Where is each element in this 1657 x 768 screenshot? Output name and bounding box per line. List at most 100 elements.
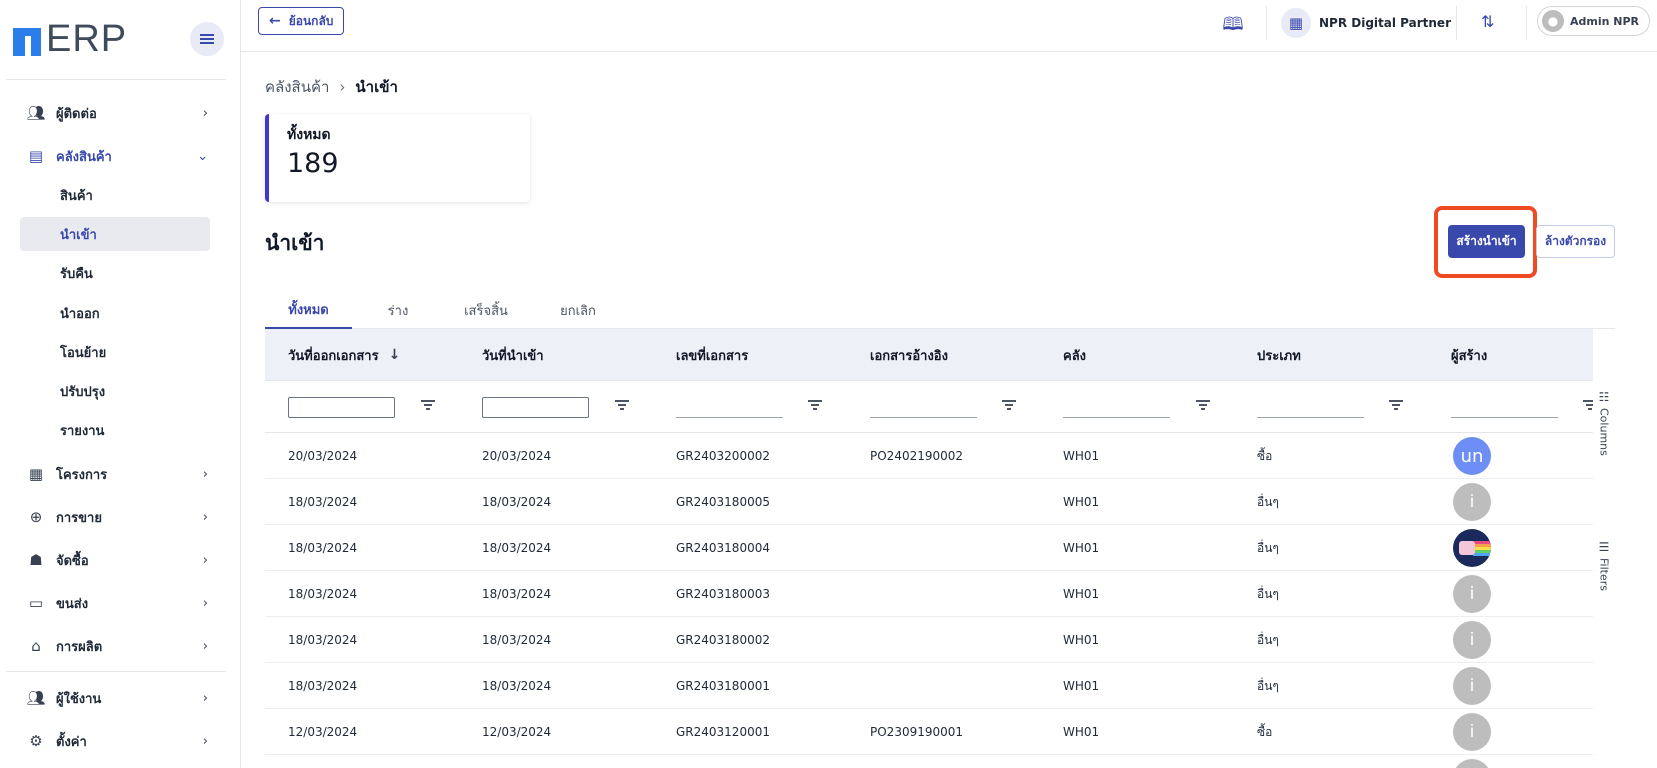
column-header-warehouse[interactable]: คลัง — [1063, 329, 1086, 381]
cell-warehouse: WH01 — [1063, 495, 1100, 509]
filters-panel-toggle[interactable]: ☰ Filters — [1593, 540, 1615, 591]
tab-all[interactable]: ทั้งหมด — [265, 292, 352, 329]
sidebar-subitem-transfer[interactable]: โอนย้าย — [20, 335, 210, 369]
filter-icon[interactable] — [615, 398, 629, 412]
status-tabs: ทั้งหมด ร่าง เสร็จสิ้น ยกเลิก — [265, 292, 1615, 329]
clear-filters-button[interactable]: ล้างตัวกรอง — [1536, 225, 1615, 258]
sidebar-subitem-report[interactable]: รายงาน — [20, 413, 210, 447]
reference-filter-input[interactable] — [870, 417, 977, 418]
column-header-import-date[interactable]: วันที่นำเข้า — [482, 329, 544, 381]
filter-icon[interactable] — [421, 398, 435, 412]
table-row[interactable]: 18/03/2024 18/03/2024 GR2403180005 WH01 … — [265, 479, 1593, 525]
topbar-divider — [1526, 6, 1527, 40]
table-row[interactable] — [265, 755, 1593, 768]
sidebar-subitem-adjust[interactable]: ปรับปรุง — [20, 374, 210, 408]
back-button[interactable]: ← ย้อนกลับ — [258, 7, 345, 35]
swap-vertical-icon[interactable]: ⇅ — [1481, 12, 1494, 31]
topbar-divider — [1456, 6, 1457, 40]
sidebar-item-purchasing[interactable]: ☗ จัดซื้อ › — [20, 543, 210, 577]
columns-label: Columns — [1597, 408, 1611, 456]
filter-icon[interactable] — [808, 398, 822, 412]
building-icon: ▦ — [1281, 8, 1311, 38]
archive-icon: ▤ — [28, 147, 44, 165]
column-header-issue-date[interactable]: วันที่ออกเอกสาร ↓ — [288, 329, 400, 381]
type-filter-input[interactable] — [1257, 417, 1364, 418]
sidebar-item-label: การขาย — [56, 510, 102, 526]
arrow-left-icon: ← — [269, 13, 281, 29]
column-header-reference[interactable]: เอกสารอ้างอิง — [870, 329, 948, 381]
filter-icon[interactable] — [1002, 398, 1016, 412]
cell-import-date: 18/03/2024 — [482, 541, 552, 555]
issue-date-filter-input[interactable] — [288, 397, 395, 418]
menu-toggle-button[interactable] — [190, 22, 224, 56]
breadcrumb-current: นำเข้า — [355, 78, 398, 96]
chevron-right-icon: › — [202, 466, 208, 482]
column-header-creator[interactable]: ผู้สร้าง — [1451, 329, 1487, 381]
tab-completed[interactable]: เสร็จสิ้น — [445, 292, 527, 329]
app-logo[interactable]: ERP — [13, 18, 127, 61]
factory-icon: ⌂ — [31, 637, 41, 655]
warehouse-filter-input[interactable] — [1063, 417, 1170, 418]
tab-draft[interactable]: ร่าง — [367, 292, 429, 329]
page-title: นำเข้า — [265, 231, 325, 255]
sidebar-item-production[interactable]: ⌂ การผลิต › — [20, 629, 210, 663]
chevron-right-icon: › — [202, 690, 208, 706]
logo-mark-icon — [13, 24, 43, 56]
sidebar-item-warehouse[interactable]: ▤ คลังสินค้า ⌄ — [20, 139, 210, 173]
sidebar-subitem-export[interactable]: นำออก — [20, 296, 210, 330]
chevron-right-icon: › — [202, 105, 208, 121]
cart-icon: ☗ — [29, 551, 43, 569]
table-row[interactable]: 18/03/2024 18/03/2024 GR2403180002 WH01 … — [265, 617, 1593, 663]
sidebar-divider — [6, 671, 226, 672]
sidebar-item-label: โครงการ — [56, 467, 108, 483]
creator-avatar: i — [1453, 483, 1491, 521]
user-menu-button[interactable]: ● Admin NPR — [1537, 6, 1651, 36]
cell-type: ซื้อ — [1257, 448, 1273, 463]
doc-no-filter-input[interactable] — [676, 417, 783, 418]
user-name: Admin NPR — [1570, 14, 1640, 28]
sidebar-item-sales[interactable]: ⊕ การขาย › — [20, 500, 210, 534]
creator-avatar — [1453, 759, 1491, 768]
cell-type: อื่นๆ — [1257, 540, 1279, 555]
company-switcher[interactable]: ▦ NPR Digital Partner — [1281, 8, 1451, 38]
column-header-type[interactable]: ประเภท — [1257, 329, 1301, 381]
sidebar-item-shipping[interactable]: ▭ ขนส่ง › — [20, 586, 210, 620]
filter-icon[interactable] — [1196, 398, 1210, 412]
columns-panel-toggle[interactable]: ☷ Columns — [1593, 390, 1615, 456]
sidebar-item-projects[interactable]: ▦ โครงการ › — [20, 457, 210, 491]
breadcrumb-parent-link[interactable]: คลังสินค้า — [265, 75, 329, 99]
sidebar-item-contacts[interactable]: 👥︎ ผู้ติดต่อ › — [20, 96, 210, 130]
filter-icon[interactable] — [1583, 398, 1593, 412]
cell-type: ซื้อ — [1257, 724, 1273, 739]
cell-import-date: 18/03/2024 — [482, 587, 552, 601]
sidebar-item-users[interactable]: 👥︎ ผู้ใช้งาน › — [20, 681, 210, 715]
column-header-doc-no[interactable]: เลขที่เอกสาร — [676, 329, 748, 381]
sidebar-subitem-label: นำเข้า — [60, 227, 97, 243]
filter-icon[interactable] — [1389, 398, 1403, 412]
table-row[interactable]: 12/03/2024 12/03/2024 GR2403120001 PO230… — [265, 709, 1593, 755]
grid-side-toolbar: ☷ Columns ☰ Filters — [1593, 390, 1615, 690]
table-row[interactable]: 18/03/2024 18/03/2024 GR2403180001 WH01 … — [265, 663, 1593, 709]
hamburger-icon — [200, 38, 214, 40]
import-date-filter-input[interactable] — [482, 397, 589, 418]
table-row[interactable]: 18/03/2024 18/03/2024 GR2403180003 WH01 … — [265, 571, 1593, 617]
topbar-divider — [1266, 6, 1267, 40]
sidebar-item-settings[interactable]: ⚙ ตั้งค่า › — [20, 724, 210, 758]
chevron-down-icon: ⌄ — [197, 148, 208, 164]
tab-cancelled[interactable]: ยกเลิก — [542, 292, 614, 329]
sidebar-item-label: ขนส่ง — [56, 596, 89, 612]
cell-warehouse: WH01 — [1063, 725, 1100, 739]
sidebar-item-label: จัดซื้อ — [56, 553, 89, 569]
sidebar-subitem-import[interactable]: นำเข้า — [20, 217, 210, 251]
table-row[interactable]: 20/03/2024 20/03/2024 GR2403200002 PO240… — [265, 433, 1593, 479]
sidebar-subitem-returns[interactable]: รับคืน — [20, 256, 210, 290]
sort-arrow-down-icon[interactable]: ↓ — [389, 347, 401, 363]
sidebar-subitem-products[interactable]: สินค้า — [20, 178, 210, 212]
creator-filter-input[interactable] — [1451, 417, 1558, 418]
manual-book-icon[interactable]: 🕮︎ — [1221, 12, 1245, 35]
create-import-button[interactable]: สร้างนำเข้า — [1448, 225, 1525, 258]
chevron-right-icon: › — [202, 638, 208, 654]
table-row[interactable]: 18/03/2024 18/03/2024 GR2403180004 WH01 … — [265, 525, 1593, 571]
breadcrumb: คลังสินค้า › นำเข้า — [265, 75, 398, 99]
cell-doc-no: GR2403180001 — [676, 679, 770, 693]
